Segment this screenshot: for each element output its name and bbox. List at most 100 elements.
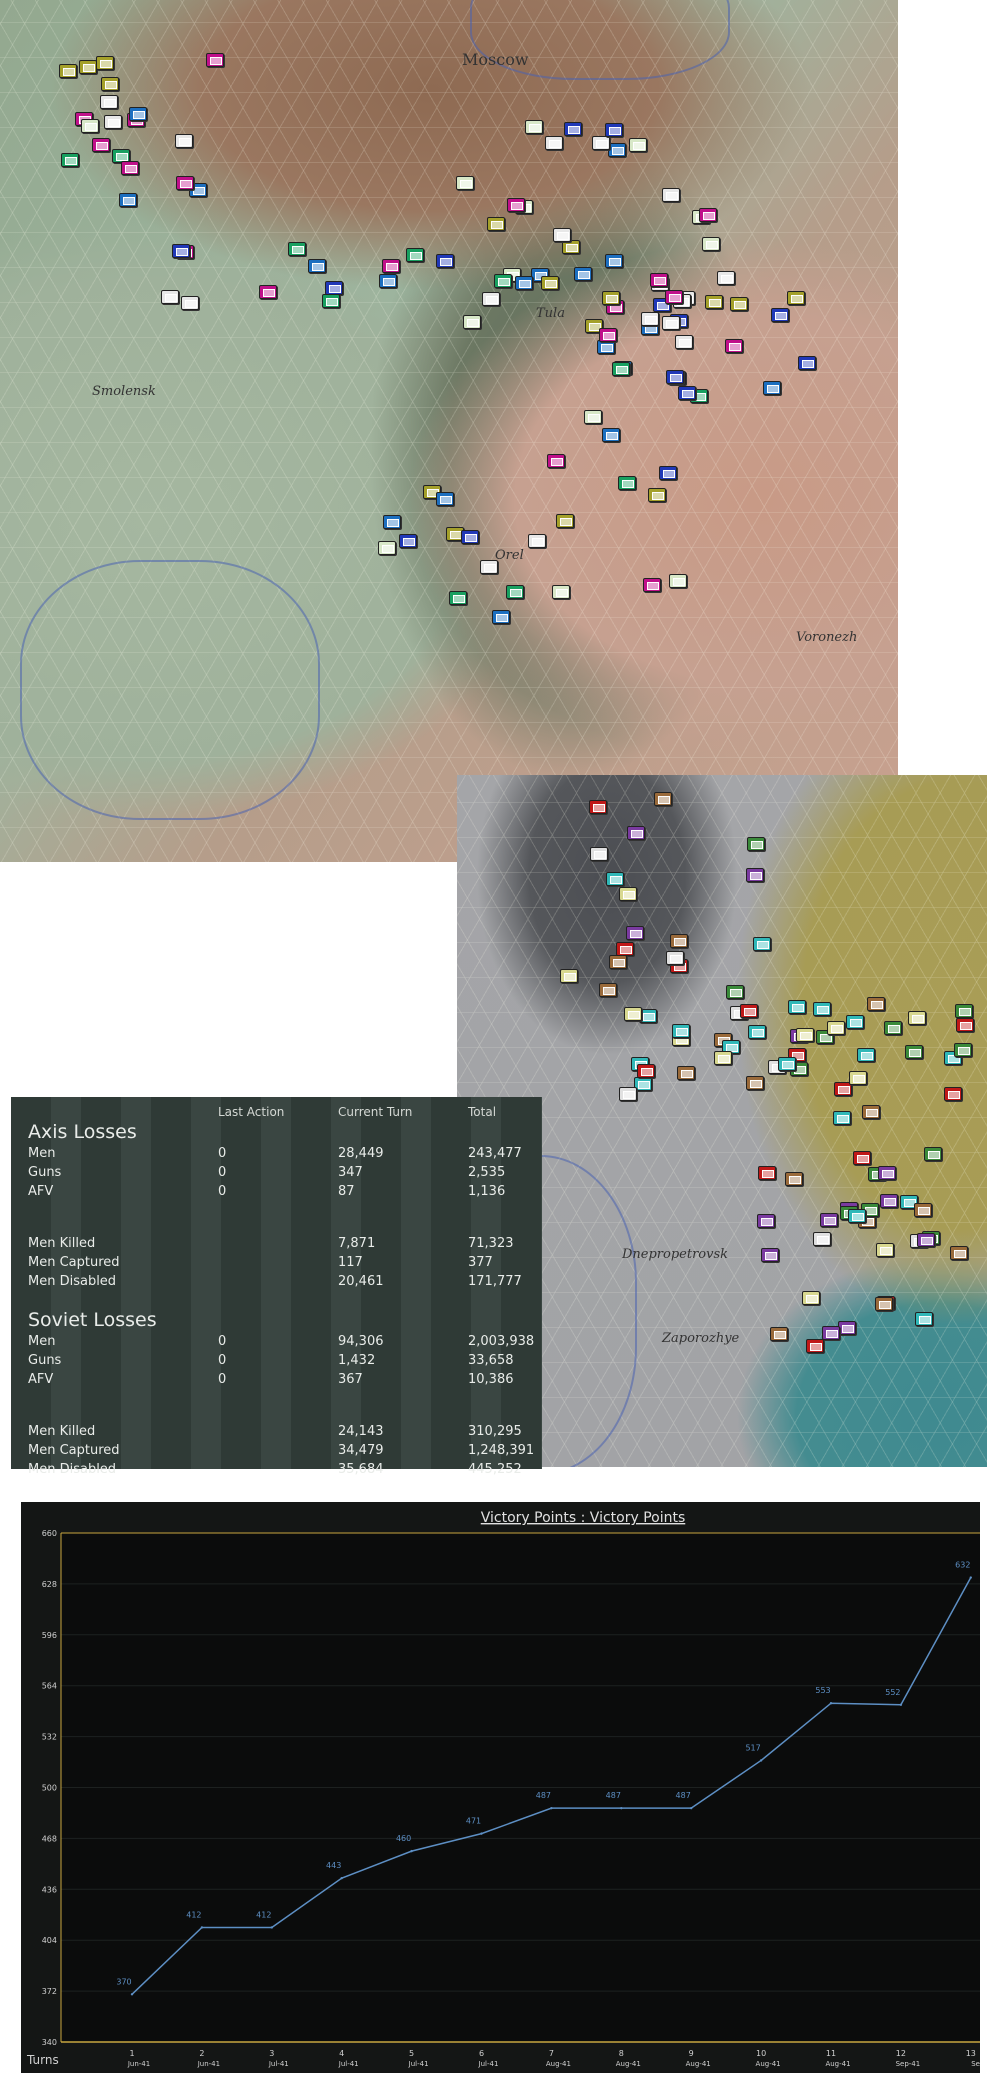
- unit-counter[interactable]: [101, 76, 120, 91]
- unit-counter[interactable]: [619, 1087, 638, 1102]
- unit-counter[interactable]: [480, 559, 499, 574]
- unit-counter[interactable]: [762, 381, 781, 396]
- unit-counter[interactable]: [661, 315, 680, 330]
- unit-counter[interactable]: [455, 175, 474, 190]
- unit-counter[interactable]: [795, 1027, 814, 1042]
- unit-counter[interactable]: [58, 63, 77, 78]
- unit-counter[interactable]: [760, 1248, 779, 1263]
- unit-counter[interactable]: [462, 314, 481, 329]
- unit-counter[interactable]: [527, 533, 546, 548]
- unit-counter[interactable]: [848, 1209, 867, 1224]
- unit-counter[interactable]: [206, 53, 225, 68]
- unit-counter[interactable]: [866, 996, 885, 1011]
- unit-counter[interactable]: [515, 276, 534, 291]
- unit-counter[interactable]: [832, 1110, 851, 1125]
- unit-counter[interactable]: [956, 1018, 975, 1033]
- unit-counter[interactable]: [616, 941, 635, 956]
- unit-counter[interactable]: [259, 284, 278, 299]
- unit-counter[interactable]: [874, 1297, 893, 1312]
- unit-counter[interactable]: [161, 290, 180, 305]
- unit-counter[interactable]: [877, 1166, 896, 1181]
- unit-counter[interactable]: [448, 590, 467, 605]
- unit-counter[interactable]: [746, 1076, 765, 1091]
- unit-counter[interactable]: [730, 297, 749, 312]
- unit-counter[interactable]: [608, 143, 627, 158]
- unit-counter[interactable]: [573, 266, 592, 281]
- unit-counter[interactable]: [642, 578, 661, 593]
- unit-counter[interactable]: [591, 135, 610, 150]
- unit-counter[interactable]: [716, 270, 735, 285]
- unit-counter[interactable]: [664, 290, 683, 305]
- unit-counter[interactable]: [805, 1339, 824, 1354]
- unit-counter[interactable]: [436, 253, 455, 268]
- unit-counter[interactable]: [95, 56, 114, 71]
- unit-counter[interactable]: [745, 867, 764, 882]
- unit-counter[interactable]: [908, 1010, 927, 1025]
- unit-counter[interactable]: [559, 969, 578, 984]
- unit-counter[interactable]: [619, 886, 638, 901]
- unit-counter[interactable]: [590, 846, 609, 861]
- unit-counter[interactable]: [861, 1104, 880, 1119]
- unit-counter[interactable]: [699, 208, 718, 223]
- unit-counter[interactable]: [797, 356, 816, 371]
- unit-counter[interactable]: [647, 488, 666, 503]
- unit-counter[interactable]: [752, 936, 771, 951]
- unit-counter[interactable]: [674, 335, 693, 350]
- unit-counter[interactable]: [785, 1172, 804, 1187]
- unit-counter[interactable]: [943, 1087, 962, 1102]
- unit-counter[interactable]: [739, 1004, 758, 1019]
- unit-counter[interactable]: [661, 187, 680, 202]
- unit-counter[interactable]: [726, 985, 745, 1000]
- unit-counter[interactable]: [601, 290, 620, 305]
- unit-counter[interactable]: [624, 1007, 643, 1022]
- map-north[interactable]: Moscow Smolensk Tula Orel Voronezh: [0, 0, 898, 862]
- unit-counter[interactable]: [827, 1021, 846, 1036]
- unit-counter[interactable]: [583, 409, 602, 424]
- unit-counter[interactable]: [625, 925, 644, 940]
- unit-counter[interactable]: [813, 1231, 832, 1246]
- unit-counter[interactable]: [954, 1003, 973, 1018]
- unit-counter[interactable]: [653, 792, 672, 807]
- unit-counter[interactable]: [821, 1326, 840, 1341]
- unit-counter[interactable]: [677, 385, 696, 400]
- unit-counter[interactable]: [746, 837, 765, 852]
- unit-counter[interactable]: [91, 138, 110, 153]
- unit-counter[interactable]: [436, 491, 455, 506]
- unit-counter[interactable]: [79, 59, 98, 74]
- unit-counter[interactable]: [801, 1291, 820, 1306]
- unit-counter[interactable]: [377, 541, 396, 556]
- unit-counter[interactable]: [883, 1020, 902, 1035]
- unit-counter[interactable]: [399, 533, 418, 548]
- unit-counter[interactable]: [668, 574, 687, 588]
- unit-counter[interactable]: [605, 254, 624, 269]
- unit-counter[interactable]: [770, 1326, 789, 1341]
- unit-counter[interactable]: [704, 294, 723, 309]
- unit-counter[interactable]: [636, 1064, 655, 1079]
- unit-counter[interactable]: [771, 307, 790, 322]
- unit-counter[interactable]: [650, 273, 669, 288]
- unit-counter[interactable]: [641, 312, 660, 327]
- unit-counter[interactable]: [629, 138, 648, 153]
- unit-counter[interactable]: [853, 1151, 872, 1166]
- unit-counter[interactable]: [379, 274, 398, 289]
- unit-counter[interactable]: [713, 1051, 732, 1066]
- unit-counter[interactable]: [608, 954, 627, 969]
- unit-counter[interactable]: [788, 999, 807, 1014]
- unit-counter[interactable]: [506, 584, 525, 599]
- unit-counter[interactable]: [541, 275, 560, 290]
- unit-counter[interactable]: [757, 1166, 776, 1181]
- unit-counter[interactable]: [954, 1043, 973, 1057]
- unit-counter[interactable]: [481, 291, 500, 306]
- unit-counter[interactable]: [747, 1024, 766, 1039]
- unit-counter[interactable]: [618, 475, 637, 490]
- unit-counter[interactable]: [405, 247, 424, 262]
- unit-counter[interactable]: [914, 1312, 933, 1327]
- unit-counter[interactable]: [879, 1193, 898, 1208]
- unit-counter[interactable]: [599, 982, 618, 997]
- unit-counter[interactable]: [545, 135, 564, 150]
- unit-counter[interactable]: [665, 950, 684, 965]
- unit-counter[interactable]: [589, 799, 608, 814]
- unit-counter[interactable]: [875, 1243, 894, 1258]
- unit-counter[interactable]: [812, 1001, 831, 1016]
- unit-counter[interactable]: [923, 1146, 942, 1161]
